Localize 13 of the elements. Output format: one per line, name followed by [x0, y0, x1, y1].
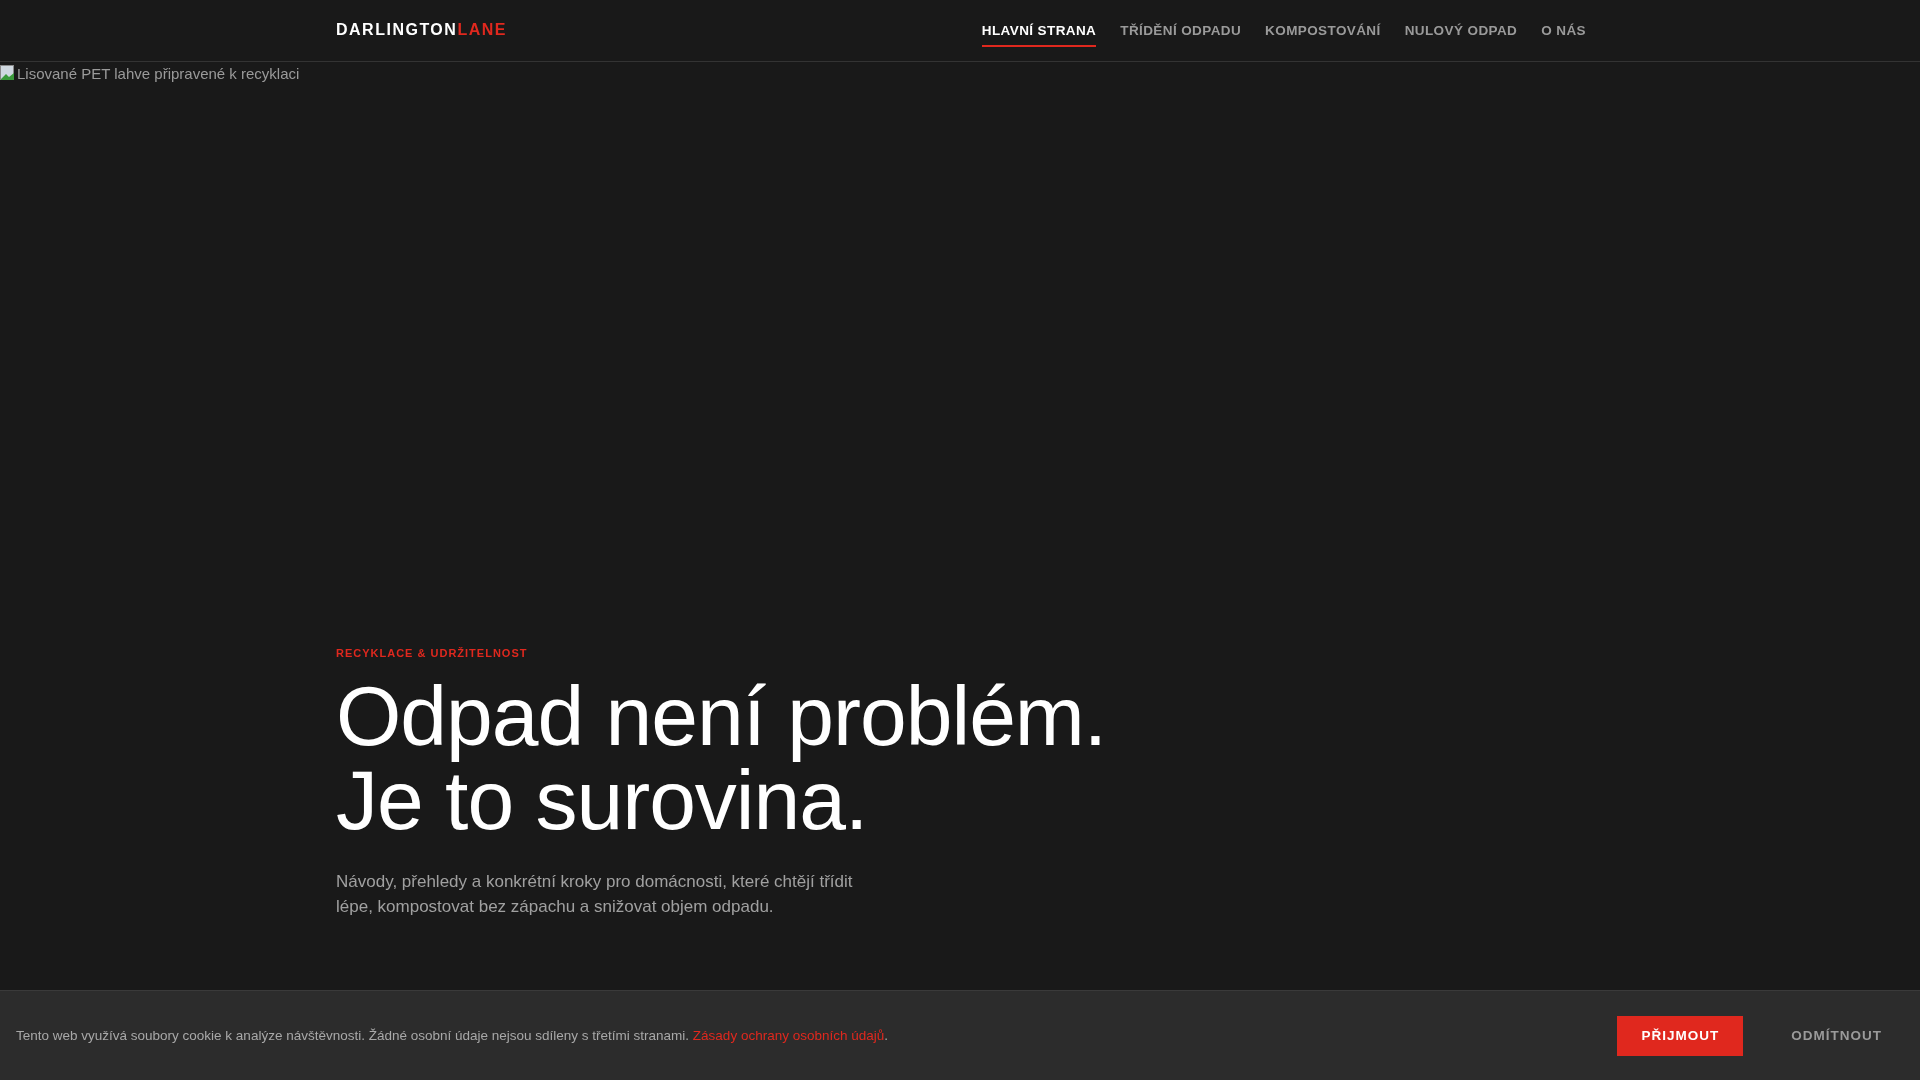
nav-link[interactable]: NULOVÝ ODPAD: [1404, 17, 1518, 47]
image-alt-text: Lisované PET lahve připravené k recyklaci: [17, 65, 300, 82]
cookie-notice-text: Tento web využívá soubory cookie k analýze návštěvnosti. Žádné osobní údaje nejsou sdíleny s třetími stranami. Zásady ochrany osobních údajů.: [16, 1028, 889, 1043]
nav-link[interactable]: KOMPOSTOVÁNÍ: [1265, 17, 1381, 47]
nav-link[interactable]: O NÁS: [1541, 17, 1586, 47]
accept-button[interactable]: PŘIJMOUT: [1617, 1015, 1744, 1056]
decline-button[interactable]: ODMÍTNOUT: [1751, 1015, 1905, 1056]
broken-image-icon: [0, 65, 16, 81]
hero-lead-text: Návody, přehledy a konkrétní kroky pro domácnosti, které chtějí třídit lépe, kompostovat bez zápachu a snižovat objem odpadu.: [336, 871, 854, 918]
nav-link[interactable]: TŘÍDĚNÍ ODPADU: [1120, 17, 1242, 47]
site-logo[interactable]: DARLINGTONLANE: [336, 20, 507, 39]
eyebrow-label: RECYKLACE & UDRŽITELNOST: [336, 647, 529, 659]
nav-link[interactable]: HLAVNÍ STRANA: [981, 17, 1097, 47]
